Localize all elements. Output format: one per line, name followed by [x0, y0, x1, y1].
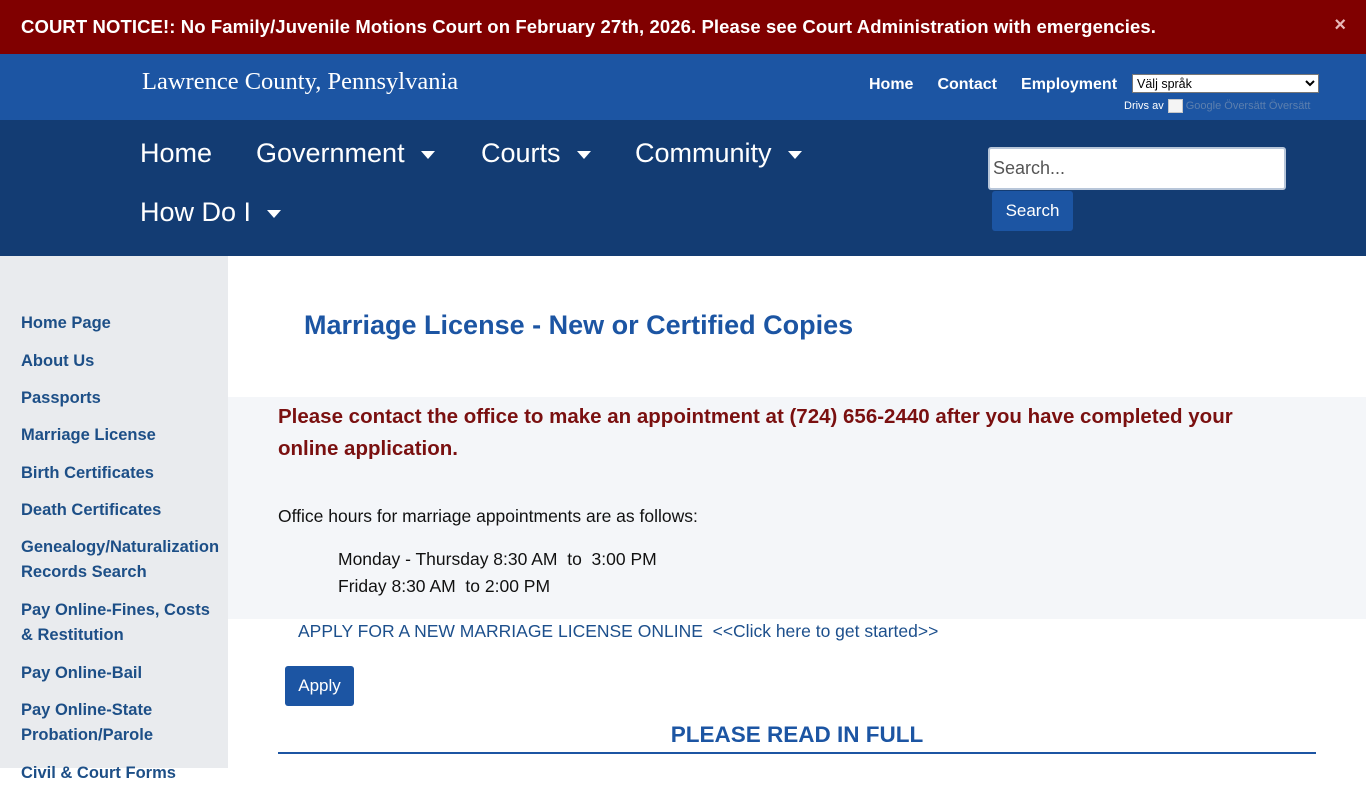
google-translate-text: Google Översätt Översätt: [1185, 100, 1311, 112]
read-in-full-heading: PLEASE READ IN FULL: [670, 722, 924, 747]
top-header: Lawrence County, Pennsylvania Home Conta…: [0, 54, 1366, 120]
google-translate-icon: [1167, 99, 1183, 113]
language-select[interactable]: Välj språk: [1132, 74, 1319, 93]
sidebar-item-pay-bail[interactable]: Pay Online-Bail: [21, 661, 226, 686]
apply-online-link[interactable]: APPLY FOR A NEW MARRIAGE LICENSE ONLINE …: [298, 621, 938, 642]
powered-label: Drivs av: [1124, 100, 1164, 112]
page-title: Marriage License - New or Certified Copi…: [304, 310, 854, 340]
nav-courts[interactable]: Courts: [481, 138, 591, 169]
main-nav: Home Government Courts Community How Do …: [0, 120, 1366, 256]
appointment-alert: Please contact the office to make an app…: [278, 405, 1233, 460]
sidebar: Home Page About Us Passports Marriage Li…: [0, 256, 228, 782]
sidebar-item-civil-forms[interactable]: Civil & Court Forms: [21, 761, 226, 786]
sidebar-item-genealogy[interactable]: Genealogy/Naturalization Records Search: [21, 535, 226, 585]
nav-community[interactable]: Community: [635, 138, 802, 169]
nav-government[interactable]: Government: [256, 138, 435, 169]
close-icon[interactable]: ×: [1334, 14, 1346, 37]
court-notice-bar: COURT NOTICE!: No Family/Juvenile Motion…: [0, 0, 1366, 54]
sidebar-item-birth-certificates[interactable]: Birth Certificates: [21, 461, 226, 486]
sidebar-item-pay-fines[interactable]: Pay Online-Fines, Costs & Restitution: [21, 598, 226, 648]
nav-community-label: Community: [635, 138, 772, 168]
search-input[interactable]: [988, 147, 1286, 190]
top-link-employment[interactable]: Employment: [1021, 76, 1117, 94]
top-link-home[interactable]: Home: [869, 76, 913, 94]
sidebar-item-death-certificates[interactable]: Death Certificates: [21, 498, 226, 523]
nav-government-label: Government: [256, 138, 405, 168]
sidebar-item-pay-probation[interactable]: Pay Online-State Probation/Parole: [21, 698, 226, 748]
sidebar-item-marriage-license[interactable]: Marriage License: [21, 423, 226, 448]
sidebar-item-passports[interactable]: Passports: [21, 386, 226, 411]
search-button[interactable]: Search: [992, 191, 1073, 231]
nav-how-do-i-label: How Do I: [140, 197, 252, 227]
office-hours-weekday: Monday - Thursday 8:30 AM to 3:00 PM: [338, 549, 657, 569]
google-translate-link[interactable]: Google Översätt Översätt: [1167, 99, 1311, 113]
site-title[interactable]: Lawrence County, Pennsylvania: [142, 68, 458, 96]
caret-down-icon: [420, 150, 435, 159]
caret-down-icon: [787, 150, 802, 159]
caret-down-icon: [267, 209, 282, 218]
sidebar-item-home-page[interactable]: Home Page: [21, 311, 226, 336]
nav-home[interactable]: Home: [140, 138, 212, 169]
nav-courts-label: Courts: [481, 138, 561, 168]
divider: [278, 752, 1316, 754]
top-link-contact[interactable]: Contact: [937, 76, 997, 94]
sidebar-item-about-us[interactable]: About Us: [21, 349, 226, 374]
top-links: Home Contact Employment: [869, 76, 1117, 94]
powered-by: Drivs av Google Översätt Översätt: [1124, 99, 1310, 113]
caret-down-icon: [576, 150, 591, 159]
office-hours-intro: Office hours for marriage appointments a…: [278, 506, 698, 526]
court-notice-text: COURT NOTICE!: No Family/Juvenile Motion…: [21, 16, 1157, 37]
office-hours-friday: Friday 8:30 AM to 2:00 PM: [338, 576, 551, 596]
nav-home-label: Home: [140, 138, 213, 168]
nav-how-do-i[interactable]: How Do I: [140, 197, 282, 228]
apply-button[interactable]: Apply: [285, 666, 354, 706]
